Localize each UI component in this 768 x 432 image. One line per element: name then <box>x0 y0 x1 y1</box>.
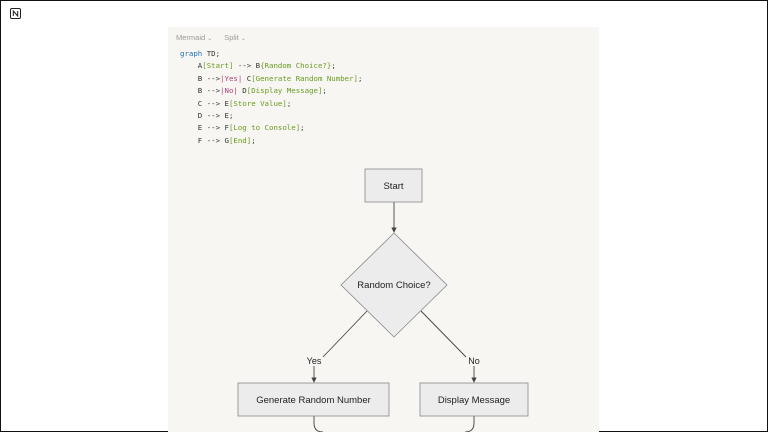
flowchart-diagram: Start Random Choice? Yes No Generate Ran… <box>237 168 529 432</box>
node-display-label: Display Message <box>438 395 510 406</box>
node-decision-label: Random Choice? <box>357 280 430 291</box>
node-start: Start <box>364 168 423 203</box>
notion-logo-icon[interactable] <box>10 8 21 19</box>
edge-display-continue <box>464 416 475 432</box>
node-generate: Generate Random Number <box>237 382 390 417</box>
edge-decision-to-no <box>420 310 467 358</box>
node-display: Display Message <box>419 382 529 417</box>
edge-label-no: No <box>468 356 480 366</box>
node-start-label: Start <box>383 181 403 192</box>
edge-generate-continue <box>313 416 324 432</box>
edge-decision-to-yes <box>322 310 368 358</box>
mermaid-code-block[interactable]: Mermaid ⌄ Split ⌄ graph TD; A[Start] -->… <box>168 27 599 432</box>
node-generate-label: Generate Random Number <box>256 395 371 406</box>
edge-label-yes: Yes <box>307 356 322 366</box>
